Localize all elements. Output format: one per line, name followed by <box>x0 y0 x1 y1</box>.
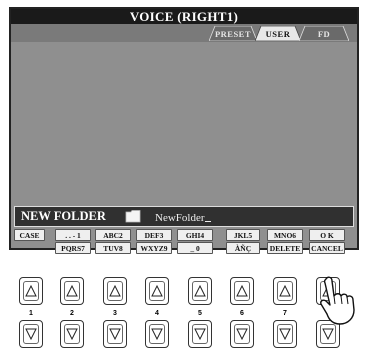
key-cancel[interactable]: CANCEL <box>309 242 345 254</box>
up-arrow-icon <box>279 285 291 297</box>
key-ghi4[interactable]: GHI4 <box>177 229 213 241</box>
down-button-7[interactable] <box>273 320 297 348</box>
down-arrow-icon <box>322 328 334 340</box>
key-wxyz9[interactable]: WXYZ9 <box>136 242 172 254</box>
tab-preset[interactable]: PRESET <box>209 26 257 41</box>
lcd-screen: VOICE (RIGHT1) PRESET USER FD NEW FOLDER… <box>9 7 359 254</box>
button-number-2: 2 <box>70 310 74 317</box>
button-number-6: 6 <box>240 310 244 317</box>
key-1[interactable]: . . - 1 <box>55 229 91 241</box>
up-arrow-icon <box>66 285 78 297</box>
down-button-4[interactable] <box>145 320 169 348</box>
down-arrow-icon <box>66 328 78 340</box>
key-case[interactable]: CASE <box>14 229 45 241</box>
text-cursor <box>204 210 211 222</box>
folder-name-field[interactable]: NewFolder <box>155 210 211 226</box>
down-button-2[interactable] <box>60 320 84 348</box>
down-button-6[interactable] <box>230 320 254 348</box>
button-number-1: 1 <box>29 310 33 317</box>
tab-fd-label: FD <box>317 29 331 39</box>
new-folder-bar: NEW FOLDER NewFolder <box>14 206 354 227</box>
key-def3[interactable]: DEF3 <box>136 229 172 241</box>
button-number-4: 4 <box>155 310 159 317</box>
tab-user-label: USER <box>265 29 291 39</box>
tab-fd[interactable]: FD <box>299 26 349 41</box>
key-jkl5[interactable]: JKL5 <box>226 229 260 241</box>
pointing-hand-icon <box>320 276 355 325</box>
up-arrow-icon <box>151 285 163 297</box>
key-pqrs7[interactable]: PQRS7 <box>55 242 91 254</box>
down-arrow-icon <box>109 328 121 340</box>
key-tuv8[interactable]: TUV8 <box>95 242 131 254</box>
up-button-5[interactable] <box>188 277 212 305</box>
file-list-area <box>11 42 357 202</box>
tab-user[interactable]: USER <box>255 26 301 41</box>
folder-icon <box>125 210 141 223</box>
key-accents[interactable]: ÀÑÇ <box>226 242 260 254</box>
up-button-3[interactable] <box>103 277 127 305</box>
down-button-3[interactable] <box>103 320 127 348</box>
up-arrow-icon <box>109 285 121 297</box>
down-arrow-icon <box>25 328 37 340</box>
up-arrow-icon <box>194 285 206 297</box>
button-number-5: 5 <box>198 310 202 317</box>
button-number-7: 7 <box>283 310 287 317</box>
key-mno6[interactable]: MNO6 <box>267 229 303 241</box>
down-arrow-icon <box>279 328 291 340</box>
up-arrow-icon <box>25 285 37 297</box>
down-arrow-icon <box>194 328 206 340</box>
up-button-4[interactable] <box>145 277 169 305</box>
down-button-5[interactable] <box>188 320 212 348</box>
key-abc2[interactable]: ABC2 <box>95 229 131 241</box>
down-button-1[interactable] <box>19 320 43 348</box>
folder-name-value: NewFolder <box>155 212 205 224</box>
screen-title: VOICE (RIGHT1) <box>11 9 357 24</box>
up-arrow-icon <box>236 285 248 297</box>
tab-preset-label: PRESET <box>214 29 252 39</box>
button-number-3: 3 <box>113 310 117 317</box>
key-ok[interactable]: O K <box>309 229 345 241</box>
key-0[interactable]: _ 0 <box>177 242 213 254</box>
down-arrow-icon <box>236 328 248 340</box>
up-button-1[interactable] <box>19 277 43 305</box>
new-folder-label: NEW FOLDER <box>21 209 106 223</box>
up-button-2[interactable] <box>60 277 84 305</box>
key-delete[interactable]: DELETE <box>267 242 303 254</box>
up-button-6[interactable] <box>230 277 254 305</box>
tab-bar: PRESET USER FD <box>11 24 357 42</box>
down-arrow-icon <box>151 328 163 340</box>
up-button-7[interactable] <box>273 277 297 305</box>
